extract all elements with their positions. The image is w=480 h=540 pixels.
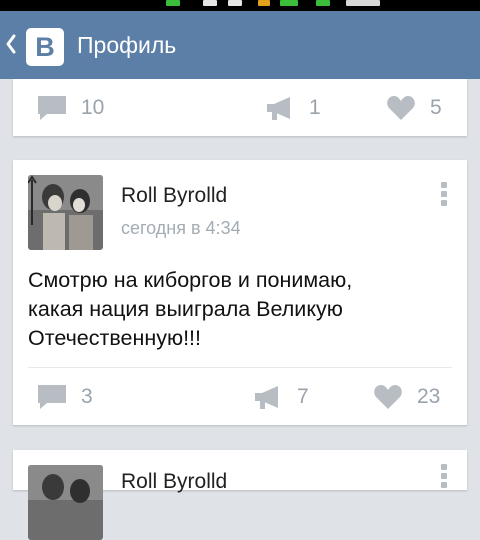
post-text: Смотрю на киборгов и понимаю, какая наци…: [28, 266, 448, 353]
comments-count: 3: [81, 385, 93, 408]
vk-logo-letter: B: [35, 32, 55, 62]
more-options-icon[interactable]: [441, 182, 447, 209]
vk-logo[interactable]: B: [26, 28, 64, 66]
status-icon: [166, 0, 180, 6]
post-card: Roll Byrolld сегодня в 4:34 Смотрю на ки…: [13, 160, 467, 425]
post-text-line: Отечественную!!!: [28, 326, 202, 350]
post-card: 10 1 5: [13, 79, 467, 136]
megaphone-icon: [255, 386, 278, 409]
post-text-line: Смотрю на киборгов и понимаю,: [28, 268, 353, 292]
heart-icon: [374, 385, 402, 409]
post-card: Roll Byrolld: [13, 450, 467, 540]
repost-button[interactable]: 1: [265, 95, 321, 121]
status-icon: [280, 0, 298, 6]
repost-button[interactable]: 7: [253, 384, 309, 410]
like-button[interactable]: 5: [386, 95, 442, 121]
likes-count: 23: [417, 385, 441, 408]
avatar-image: [28, 175, 103, 250]
comment-icon: [38, 385, 66, 409]
reposts-count: 1: [309, 96, 321, 119]
status-bar: [0, 0, 480, 11]
more-options-icon[interactable]: [441, 464, 447, 491]
comment-icon: [38, 96, 66, 120]
author-name[interactable]: Roll Byrolld: [121, 470, 227, 494]
status-icon: [258, 0, 270, 6]
status-icon: [316, 0, 330, 6]
likes-count: 5: [430, 96, 442, 119]
status-icon: [203, 0, 217, 6]
post-text-line: какая нация выиграла Великую: [28, 297, 343, 321]
author-name[interactable]: Roll Byrolld: [121, 184, 227, 208]
back-icon[interactable]: [4, 33, 18, 55]
comments-button[interactable]: 3: [37, 384, 93, 410]
comments-button[interactable]: 10: [37, 95, 104, 121]
battery-icon: [346, 0, 380, 6]
like-button[interactable]: 23: [373, 384, 440, 410]
avatar-image: [28, 465, 103, 540]
status-icon: [228, 0, 242, 6]
heart-icon: [387, 96, 415, 120]
page-title: Профиль: [77, 32, 177, 58]
post-time: сегодня в 4:34: [121, 218, 241, 238]
reposts-count: 7: [297, 385, 309, 408]
divider: [28, 367, 452, 368]
megaphone-icon: [267, 97, 290, 120]
comments-count: 10: [81, 96, 105, 119]
avatar[interactable]: [28, 175, 103, 250]
app-bar: B Профиль: [0, 11, 480, 79]
avatar[interactable]: [28, 465, 103, 540]
